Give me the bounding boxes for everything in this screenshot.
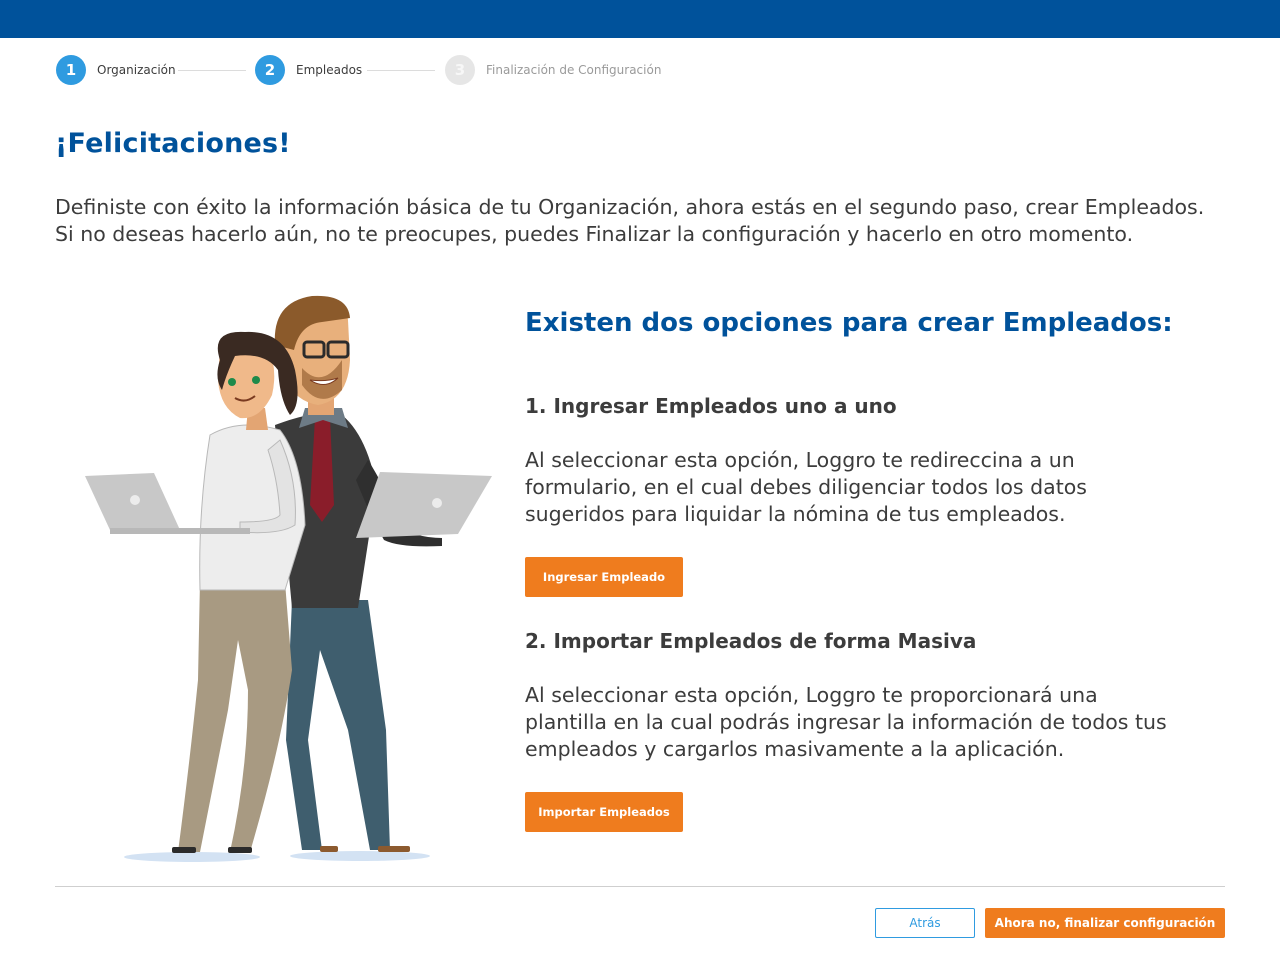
footer-divider <box>55 886 1225 887</box>
step-label: Empleados <box>296 63 363 77</box>
step-finalizacion: 3 Finalización de Configuración <box>445 55 661 85</box>
back-button[interactable]: Atrás <box>875 908 975 938</box>
step-empleados: 2 Empleados <box>255 55 362 85</box>
step-label: Finalización de Configuración <box>486 63 662 77</box>
options-title: Existen dos opciones para crear Empleado… <box>525 308 1173 338</box>
step-number: 3 <box>445 55 475 85</box>
option2-heading: 2. Importar Empleados de forma Masiva <box>525 629 977 653</box>
option1-description: Al seleccionar esta opción, Loggro te re… <box>525 448 1087 526</box>
step-organizacion: 1 Organización <box>56 55 176 85</box>
option1-heading: 1. Ingresar Empleados uno a uno <box>525 394 897 418</box>
importar-empleados-button[interactable]: Importar Empleados <box>525 792 683 832</box>
step-label: Organización <box>97 63 176 77</box>
intro-text: Definiste con éxito la información básic… <box>55 195 1205 246</box>
finish-configuration-button[interactable]: Ahora no, finalizar configuración <box>985 908 1225 938</box>
employees-illustration <box>85 295 492 862</box>
ingresar-empleado-button[interactable]: Ingresar Empleado <box>525 557 683 597</box>
setup-stepper: 1 Organización 2 Empleados 3 Finalizació… <box>56 55 856 85</box>
step-number: 2 <box>255 55 285 85</box>
option2-description: Al seleccionar esta opción, Loggro te pr… <box>525 683 1167 761</box>
page-title: ¡Felicitaciones! <box>55 128 291 159</box>
step-number: 1 <box>56 55 86 85</box>
top-bar <box>0 0 1280 38</box>
step-connector <box>178 70 246 71</box>
step-connector <box>367 70 435 71</box>
